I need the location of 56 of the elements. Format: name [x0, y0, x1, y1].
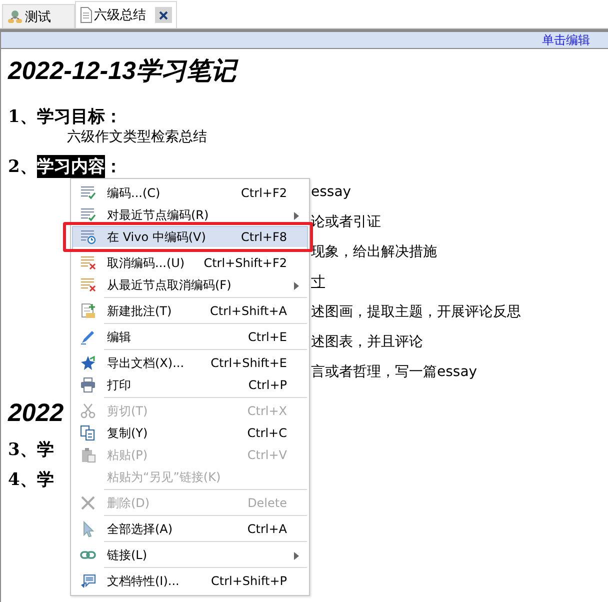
menu-item[interactable]: 链接(L) [72, 544, 308, 570]
menu-item[interactable]: 新建批注(T) Ctrl+Shift+A [72, 300, 308, 326]
section-heading: 1、学习目标： [8, 106, 122, 128]
document-icon [80, 7, 92, 23]
body-text: 述图画，提取主题，开展评论反思 [311, 303, 521, 321]
section-heading: 4、学 [8, 468, 54, 490]
new-note-icon [80, 303, 96, 319]
menu-item[interactable]: 导出文档(X)... Ctrl+Shift+E [72, 352, 308, 374]
tab[interactable]: 六级总结 [75, 1, 177, 28]
close-icon [159, 10, 168, 20]
star-arrow-icon [80, 355, 96, 371]
body-text: 言或者哲理，写一篇essay [311, 363, 478, 381]
cross-icon [80, 495, 96, 511]
clock-list-icon [80, 229, 96, 245]
copy-icon [80, 425, 96, 441]
menu-item: 粘贴(P) Ctrl+V [72, 444, 308, 466]
note-title: 2022-12-13学习笔记 [8, 54, 236, 86]
menu-item[interactable]: 对最近节点编码(R) [72, 204, 308, 226]
menu-item[interactable]: 编辑 Ctrl+E [72, 326, 308, 352]
tab[interactable]: 测试 [2, 4, 75, 28]
menu-item[interactable]: 编码...(C) Ctrl+F2 [72, 182, 308, 204]
comment-icon [80, 573, 96, 589]
body-text: 述图表，并且评论 [311, 333, 423, 351]
menu-item[interactable]: 复制(Y) Ctrl+C [72, 422, 308, 444]
submenu-arrow-icon [294, 212, 299, 220]
cross-list-icon [80, 255, 96, 271]
body-text: 现象，给出解决措施 [311, 243, 437, 261]
check-list-icon [80, 207, 96, 223]
edit-link[interactable]: 单击编辑 [542, 32, 590, 48]
menu-item: 剪切(T) Ctrl+X [72, 400, 308, 422]
close-button[interactable] [155, 7, 172, 23]
menu-item: 删除(D) Delete [72, 492, 308, 518]
body-text: 寸 [311, 273, 325, 291]
menu-item[interactable]: 全部选择(A) Ctrl+A [72, 518, 308, 544]
pencil-icon [80, 329, 96, 345]
people-icon [7, 10, 23, 24]
menu-item[interactable]: 打印 Ctrl+P [72, 374, 308, 400]
section-heading: 2、 [8, 156, 37, 178]
body-text: 六级作文类型检索总结 [67, 128, 207, 146]
print-icon [80, 377, 96, 393]
cross-list-icon [80, 277, 96, 293]
submenu-arrow-icon [294, 282, 299, 290]
section-heading: 3、学 [8, 438, 54, 460]
submenu-arrow-icon [294, 552, 299, 560]
note-title: 2022 [8, 398, 64, 428]
menu-item: 粘贴为“另见”链接(K) [72, 466, 308, 492]
menu-item[interactable]: 文档特性(I)... Ctrl+Shift+P [72, 570, 308, 592]
body-text: essay [311, 184, 352, 200]
paste-icon [80, 447, 96, 463]
scissors-icon [80, 403, 96, 419]
selected-text: 学习内容 [36, 154, 105, 178]
section-heading: ： [104, 156, 122, 178]
body-text: 论或者引证 [311, 213, 381, 231]
menu-item[interactable]: 取消编码...(U) Ctrl+Shift+F2 [72, 252, 308, 274]
menu-item[interactable]: 从最近节点取消编码(F) [72, 274, 308, 300]
check-list-icon [80, 185, 96, 201]
